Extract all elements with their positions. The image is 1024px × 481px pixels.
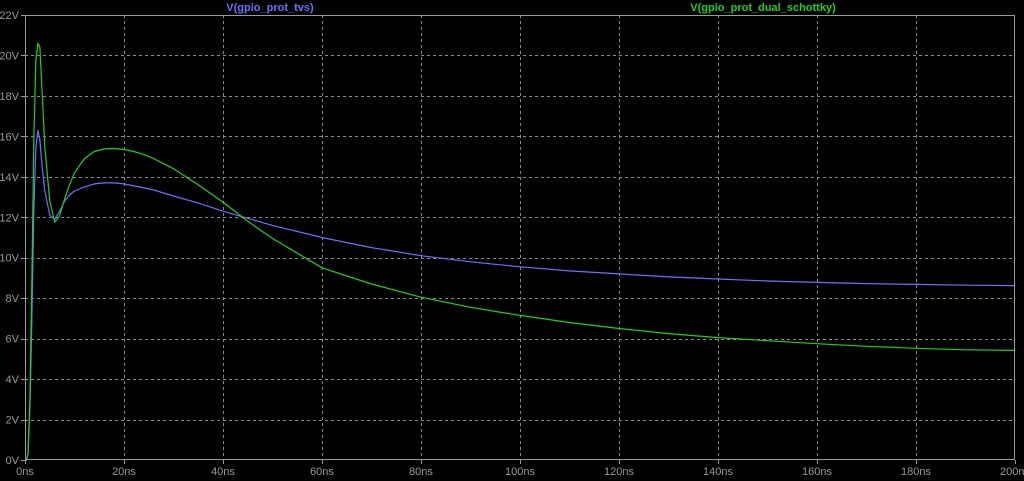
y-tick-label: 12V	[0, 212, 20, 224]
legend-entry-dual-schottky[interactable]: V(gpio_prot_dual_schottky)	[690, 2, 836, 14]
waveform-plot: 0ns 20ns 40ns 60ns 80ns 100ns 120ns 140ns 160ns 1…	[0, 0, 1024, 481]
y-tick-label: 10V	[0, 253, 20, 265]
plot-background	[0, 0, 1024, 481]
x-tick-label: 160ns	[802, 466, 832, 478]
x-tick-label: 60ns	[310, 466, 334, 478]
x-tick-label: 180ns	[901, 466, 931, 478]
y-tick-label: 4V	[6, 374, 20, 386]
x-tick-label: 80ns	[409, 466, 433, 478]
y-tick-label: 22V	[0, 10, 20, 22]
y-tick-label: 14V	[0, 172, 20, 184]
y-tick-label: 20V	[0, 50, 20, 62]
x-tick-label: 120ns	[604, 466, 634, 478]
y-tick-label: 18V	[0, 91, 20, 103]
y-tick-label: 16V	[0, 131, 20, 143]
x-tick-label: 20ns	[112, 466, 136, 478]
x-tick-label: 200ns	[1000, 466, 1024, 478]
y-tick-label: 2V	[6, 415, 20, 427]
y-tick-label: 6V	[6, 334, 20, 346]
x-tick-label: 100ns	[505, 466, 535, 478]
legend-entry-tvs[interactable]: V(gpio_prot_tvs)	[226, 2, 314, 14]
x-tick-label: 40ns	[211, 466, 235, 478]
x-tick-label: 140ns	[703, 466, 733, 478]
y-tick-label: 0V	[6, 455, 20, 467]
y-tick-label: 8V	[6, 293, 20, 305]
x-tick-label: 0ns	[16, 466, 34, 478]
